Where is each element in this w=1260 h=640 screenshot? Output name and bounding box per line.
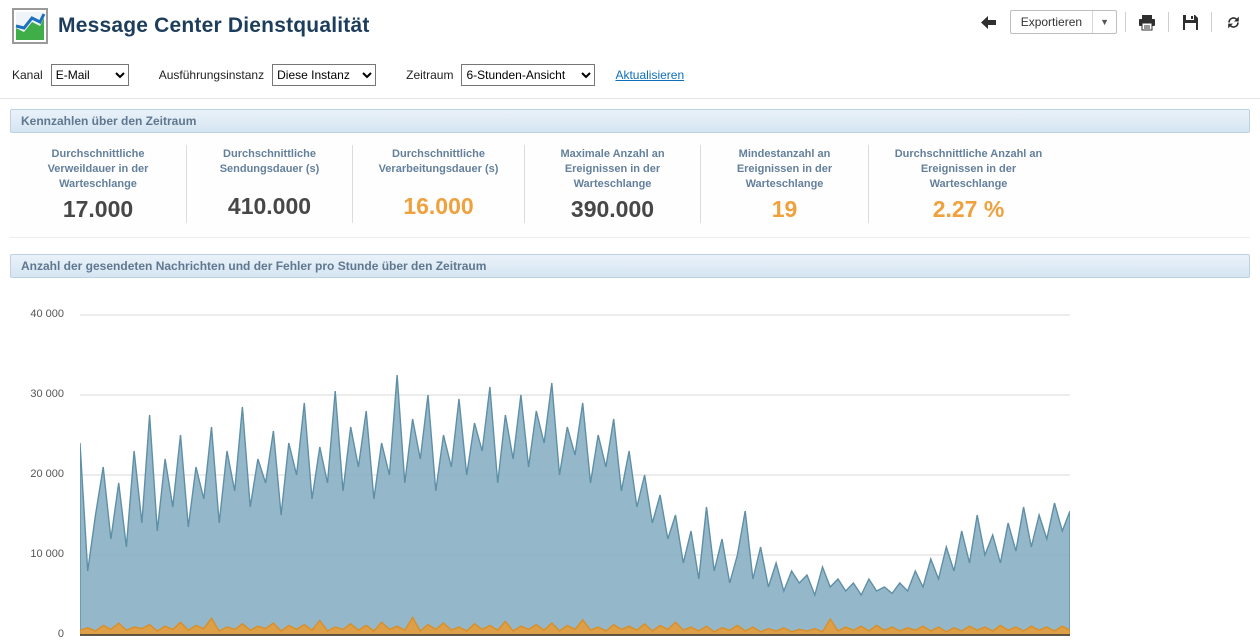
kpi-verarbeitungsdauer: Durchschnittliche Verarbeitungsdauer (s)… [352,145,524,223]
kpi-min-ereignisse: Mindestanzahl an Ereignissen in der Wart… [700,145,868,223]
refresh-icon[interactable] [1220,10,1246,34]
page-header: Message Center Dienstqualität Exportiere… [0,0,1260,56]
kpi-value: 390.000 [570,195,655,222]
y-axis: 0 10 000 20 000 30 000 40 000 [10,278,72,640]
kpi-value: 16.000 [403,193,474,219]
instanz-label: Ausführungsinstanz [158,68,265,82]
kpi-label: Maximale Anzahl an Ereignissen in der Wa… [560,148,665,190]
y-axis-tick: 20 000 [30,467,64,480]
section-header-chart-label: Anzahl der gesendeten Nachrichten und de… [21,258,487,273]
section-header-chart: Anzahl der gesendeten Nachrichten und de… [10,253,1250,278]
kpi-sendungsdauer: Durchschnittliche Sendungsdauer (s) 410.… [186,145,352,223]
page-title: Message Center Dienstqualität [58,14,370,37]
series-nachrichten [80,374,1070,636]
kanal-label: Kanal [12,68,43,82]
kanal-select[interactable]: E-Mail [50,64,129,86]
zeitraum-select[interactable]: 6-Stunden-Ansicht [461,64,596,86]
chevron-down-icon: ▼ [1092,11,1116,33]
kpi-max-ereignisse: Maximale Anzahl an Ereignissen in der Wa… [524,145,700,223]
filter-bar: Kanal E-Mail Ausführungsinstanz Diese In… [0,56,1260,99]
kpi-label: Durchschnittliche Anzahl an Ereignissen … [894,148,1043,190]
kpi-label: Durchschnittliche Sendungsdauer (s) [219,148,320,175]
kpi-value: 17.000 [62,195,134,222]
export-button[interactable]: Exportieren ▼ [1009,10,1117,34]
kpi-label: Durchschnittliche Verarbeitungsdauer (s) [378,148,499,175]
kpi-verweildauer: Durchschnittliche Verweildauer in der Wa… [10,145,186,223]
kpi-value: 19 [771,195,798,222]
y-axis-tick: 10 000 [30,547,64,560]
y-axis-tick: 30 000 [30,387,64,400]
chart-canvas [80,314,1070,636]
chart: 0 10 000 20 000 30 000 40 000 [10,278,1250,640]
section-header-kpis: Kennzahlen über den Zeitraum [10,109,1250,133]
print-icon[interactable] [1134,10,1160,34]
kpi-value: 2.27 % [932,195,1005,222]
section-header-kpis-label: Kennzahlen über den Zeitraum [21,114,197,128]
kpi-value: 410.000 [227,193,312,219]
kpi-label: Durchschnittliche Verweildauer in der Wa… [47,148,149,190]
save-icon[interactable] [1177,10,1203,34]
toolbar-separator [1125,12,1126,32]
kpi-row: Durchschnittliche Verweildauer in der Wa… [10,133,1250,238]
kpi-durchschnitt-ereignisse: Durchschnittliche Anzahl an Ereignissen … [868,145,1068,223]
instanz-select[interactable]: Diese Instanz [272,64,377,86]
refresh-link[interactable]: Aktualisieren [615,68,684,82]
toolbar: Exportieren ▼ [976,8,1246,36]
export-button-label: Exportieren [1020,15,1083,29]
kpi-label: Mindestanzahl an Ereignissen in der Wart… [736,148,833,190]
back-icon[interactable] [976,10,1002,34]
app-icon [12,8,48,44]
y-axis-tick: 40 000 [30,307,64,320]
zeitraum-label: Zeitraum [406,68,454,82]
toolbar-separator [1211,12,1212,32]
toolbar-separator [1168,12,1169,32]
